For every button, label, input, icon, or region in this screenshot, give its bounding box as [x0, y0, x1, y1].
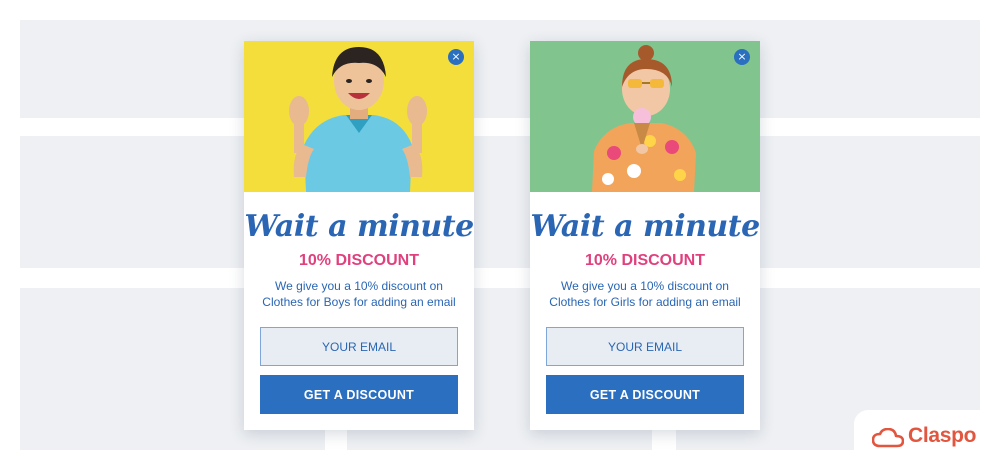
popup-title: Wait a minute	[530, 209, 760, 244]
get-discount-button[interactable]: GET A DISCOUNT	[260, 375, 458, 414]
background-divider	[325, 430, 347, 470]
background-block	[20, 136, 980, 268]
discount-label: 10% DISCOUNT	[584, 252, 706, 269]
close-icon[interactable]: ×	[448, 49, 464, 65]
cloud-icon	[872, 428, 904, 448]
popup-description: We give you a 10% discount on Clothes fo…	[549, 279, 741, 309]
email-input[interactable]	[260, 327, 458, 366]
popup-girls: × Wait a minute 10% DISCOUNT We give you…	[530, 41, 760, 430]
email-input[interactable]	[546, 327, 744, 366]
discount-label: 10% DISCOUNT	[298, 252, 420, 269]
popup-boys: × Wait a minute 10% DISCOUNT We give you…	[244, 41, 474, 430]
popup-photo-boy	[244, 41, 474, 192]
background-block	[20, 20, 980, 118]
popup-title: Wait a minute	[244, 209, 474, 244]
brand-badge: Claspo	[854, 410, 1000, 470]
background-divider	[652, 430, 676, 470]
background-block	[20, 288, 980, 450]
popup-photo-girl	[530, 41, 760, 192]
popup-description: We give you a 10% discount on Clothes fo…	[262, 279, 456, 309]
close-icon[interactable]: ×	[734, 49, 750, 65]
get-discount-button[interactable]: GET A DISCOUNT	[546, 375, 744, 414]
brand-name: Claspo	[908, 424, 977, 447]
